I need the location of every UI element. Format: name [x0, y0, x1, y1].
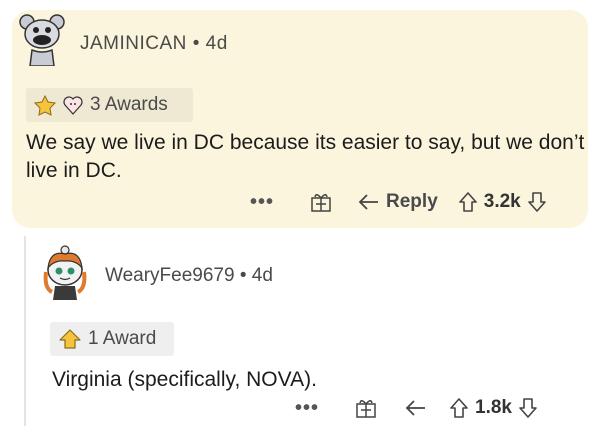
award-icon [58, 328, 82, 350]
reply-arrow-icon [405, 400, 426, 416]
user-avatar[interactable] [18, 10, 66, 66]
vote-score: 3.2k [483, 191, 521, 212]
comment-author[interactable]: JAMINICAN • 4d [80, 33, 228, 55]
awards-label: 3 Awards [90, 94, 168, 115]
award-icon [62, 94, 84, 116]
thread-line[interactable] [24, 236, 26, 426]
meta-separator: • [239, 265, 247, 286]
vote-score: 1.8k [475, 397, 512, 418]
comment-author[interactable]: WearyFee9679 • 4d [105, 265, 273, 287]
more-options-button[interactable]: ••• [295, 398, 319, 418]
reply-label[interactable]: Reply [386, 191, 438, 213]
user-avatar[interactable] [40, 244, 90, 300]
comment-age: 4d [205, 33, 228, 54]
username-text[interactable]: WearyFee9679 [105, 265, 235, 286]
comment-body: Virginia (specifically, NOVA). [52, 368, 317, 391]
downvote-icon[interactable] [527, 191, 547, 213]
meta-separator: • [192, 33, 200, 54]
comment-actions: ••• 1.8k [295, 397, 538, 419]
awards-badge[interactable]: 3 Awards [26, 88, 193, 122]
awards-label: 1 Award [88, 328, 157, 349]
reply-button[interactable]: Reply [358, 191, 438, 213]
upvote-icon[interactable] [449, 397, 469, 419]
reply-arrow-icon [358, 194, 379, 210]
gift-icon[interactable] [310, 191, 332, 213]
more-options-button[interactable]: ••• [250, 192, 274, 212]
gift-icon[interactable] [355, 397, 377, 419]
upvote-icon[interactable] [458, 191, 478, 213]
username-text[interactable]: JAMINICAN [80, 33, 187, 54]
awards-badge[interactable]: 1 Award [50, 322, 174, 356]
comment-actions: ••• Reply 3.2k [250, 191, 547, 213]
comment-age: 4d [251, 265, 273, 286]
award-icon [34, 94, 56, 116]
reply-button[interactable] [405, 398, 427, 418]
comment-body: We say we live in DC because its easier … [26, 131, 585, 182]
downvote-icon[interactable] [518, 397, 538, 419]
